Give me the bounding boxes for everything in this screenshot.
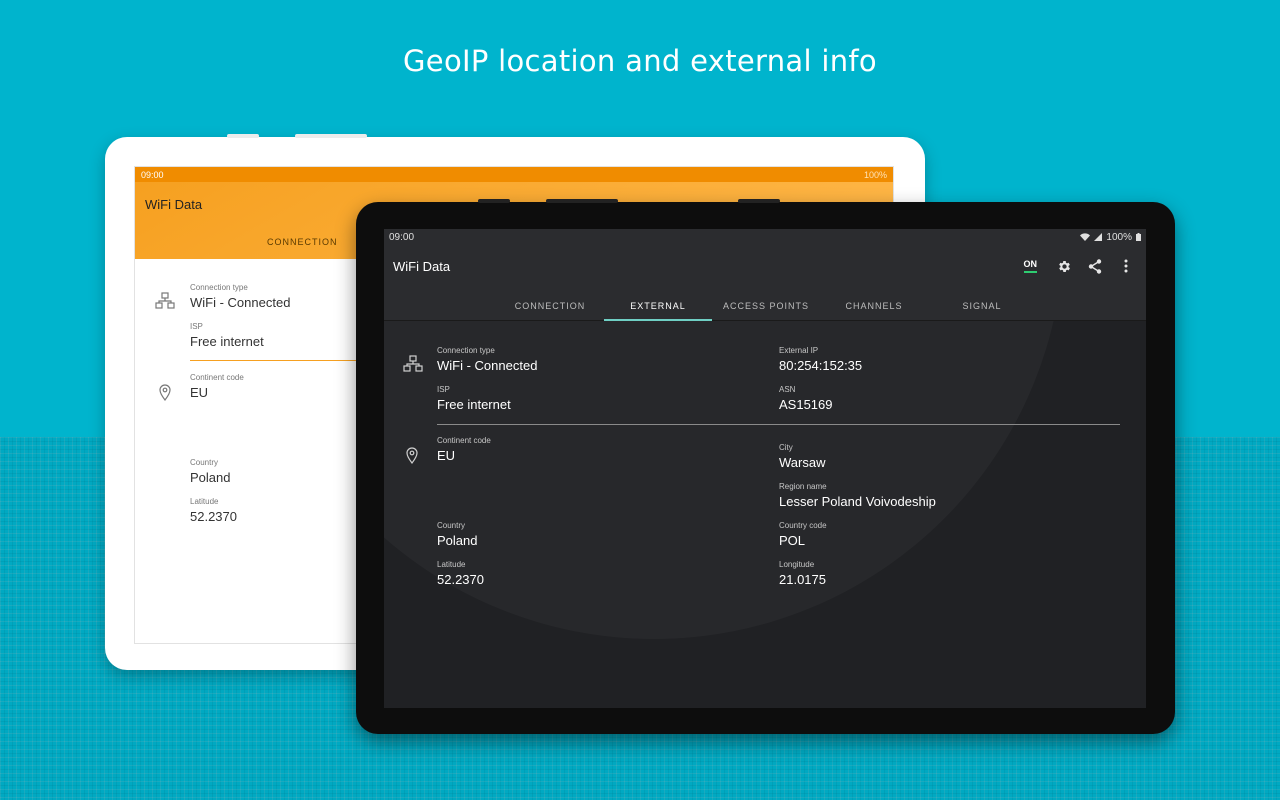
status-icons: 100% (1080, 232, 1141, 243)
tab-connection[interactable]: CONNECTION (496, 297, 604, 321)
continent-code-label: Continent code (190, 373, 244, 382)
latitude-label: Latitude (190, 497, 219, 506)
continent-code-label: Continent code (437, 436, 491, 445)
country-label: Country (437, 521, 466, 530)
latitude-value: 52.2370 (437, 572, 484, 587)
status-battery: 100% (1106, 231, 1132, 243)
connection-type-value: WiFi - Connected (190, 295, 291, 310)
location-pin-icon (159, 384, 171, 406)
longitude-value: 21.0175 (779, 572, 826, 587)
longitude-label: Longitude (779, 560, 815, 569)
tab-channels[interactable]: CHANNELS (820, 297, 928, 321)
network-icon (155, 292, 175, 315)
wifi-icon (1080, 233, 1091, 241)
asn-value: AS15169 (779, 397, 833, 412)
connection-type-label: Connection type (437, 346, 495, 355)
battery-icon (1136, 233, 1141, 241)
on-toggle[interactable]: ON (1023, 259, 1037, 273)
section-divider (437, 424, 1120, 425)
tablet-button (546, 199, 618, 203)
signal-icon (1094, 233, 1103, 241)
isp-value: Free internet (190, 334, 264, 349)
tablet-button (478, 199, 510, 203)
latitude-label: Latitude (437, 560, 466, 569)
isp-label: ISP (190, 322, 203, 331)
more-vert-icon[interactable] (1118, 258, 1134, 274)
external-ip-value: 80:254:152:35 (779, 358, 863, 373)
city-label: City (779, 443, 793, 452)
connection-type-value: WiFi - Connected (437, 358, 538, 373)
country-value: Poland (437, 533, 478, 548)
country-code-label: Country code (779, 521, 827, 530)
app-bar-actions: ON (1023, 258, 1135, 274)
app-title: WiFi Data (393, 259, 451, 274)
status-time: 09:00 (389, 231, 415, 243)
location-pin-icon (406, 447, 418, 469)
city-value: Warsaw (779, 455, 826, 470)
continent-code-value: EU (190, 385, 209, 400)
status-time: 09:00 (141, 169, 164, 180)
status-battery: 100% (863, 169, 887, 180)
connection-type-label: Connection type (190, 283, 248, 292)
country-code-value: POL (779, 533, 806, 548)
region-name-label: Region name (779, 482, 827, 491)
tablet-button (227, 134, 259, 138)
continent-code-value: EU (437, 448, 456, 463)
tablet-button (738, 199, 780, 203)
status-bar: 09:00 100% (135, 167, 893, 182)
isp-label: ISP (437, 385, 450, 394)
external-ip-label: External IP (779, 346, 819, 355)
headline: GeoIP location and external info (403, 44, 877, 78)
isp-value: Free internet (437, 397, 511, 412)
asn-label: ASN (779, 385, 796, 394)
tab-connection[interactable]: CONNECTION (267, 237, 338, 247)
latitude-value: 52.2370 (190, 509, 237, 524)
app-bar: WiFi Data ON CONNECTION EXTERNAL ACCESS … (384, 245, 1146, 321)
country-label: Country (190, 458, 219, 467)
status-bar: 09:00 100% (384, 229, 1146, 245)
tab-bar: CONNECTION EXTERNAL ACCESS POINTS CHANNE… (496, 297, 1036, 321)
tab-signal[interactable]: SIGNAL (928, 297, 1036, 321)
tablet-button (295, 134, 367, 138)
network-icon (403, 355, 423, 378)
tab-external[interactable]: EXTERNAL (604, 297, 712, 321)
app-title: WiFi Data (145, 197, 203, 212)
country-value: Poland (190, 470, 231, 485)
region-name-value: Lesser Poland Voivodeship (779, 494, 936, 509)
front-tablet-screen: 09:00 100% WiFi Data ON CONNECTION EXTER… (384, 229, 1146, 708)
tab-access-points[interactable]: ACCESS POINTS (712, 297, 820, 321)
gear-icon[interactable] (1056, 258, 1072, 274)
share-icon[interactable] (1087, 258, 1103, 274)
